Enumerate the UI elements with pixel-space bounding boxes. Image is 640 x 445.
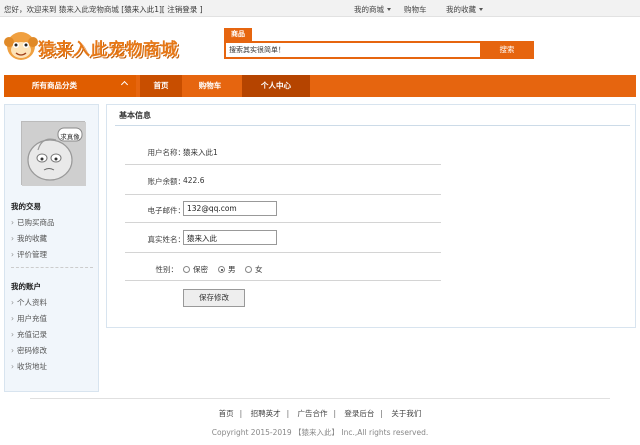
footer-divider — [30, 398, 610, 399]
sidebar-item-address[interactable]: › 收货地址 — [11, 361, 47, 372]
bullet-icon: › — [11, 234, 14, 243]
balance-label: 账户余额： — [147, 177, 186, 186]
main-nav: 所有商品分类 首页 购物车 个人中心 — [4, 75, 636, 97]
trade-section-title: 我的交易 — [11, 202, 41, 211]
avatar[interactable]: 求真像 — [21, 121, 86, 186]
nav-user-center[interactable]: 个人中心 — [242, 75, 310, 97]
chevron-down-icon — [479, 8, 483, 11]
favorites-label: 我的收藏 — [446, 5, 476, 14]
sidebar-item-label: 用户充值 — [17, 314, 47, 323]
monkey-mascot-icon — [4, 32, 38, 60]
profile-panel: 基本信息 用户名称： 猿来入此1 账户余额： 422.6 电子邮件： 132@q… — [106, 104, 636, 328]
search-input[interactable] — [226, 43, 480, 57]
search-bar: 搜索 — [224, 41, 534, 59]
sidebar-item-label: 密码修改 — [17, 346, 47, 355]
bullet-icon: › — [11, 362, 14, 371]
gender-option-male[interactable]: 男 — [218, 264, 236, 275]
section-title: 基本信息 — [119, 111, 151, 120]
avatar-bubble-text: 求真像 — [60, 133, 80, 141]
bullet-icon: › — [11, 218, 14, 227]
cart-link[interactable]: 购物车 — [404, 4, 427, 15]
gender-option-label: 女 — [255, 265, 263, 274]
radio-checked-icon — [218, 266, 225, 273]
sidebar-item-purchased[interactable]: › 已购买商品 — [11, 217, 55, 228]
balance-row: 账户余额： 422.6 — [125, 165, 441, 195]
separator: | — [380, 409, 383, 418]
copyright: Copyright 2015-2019 【猿来入此】 Inc.,All righ… — [211, 428, 429, 437]
sidebar-item-label: 收货地址 — [17, 362, 47, 371]
footer-link-about[interactable]: 关于我们 — [391, 409, 421, 418]
bullet-icon: › — [11, 298, 14, 307]
divider — [11, 267, 93, 268]
realname-label: 真实姓名： — [147, 235, 186, 244]
realname-row: 真实姓名： 猿来入此 — [125, 223, 441, 253]
email-label: 电子邮件： — [147, 206, 186, 215]
bullet-icon: › — [11, 314, 14, 323]
bullet-icon: › — [11, 250, 14, 259]
search-button[interactable]: 搜索 — [482, 43, 532, 57]
username-label: 用户名称： — [147, 148, 186, 157]
email-row: 电子邮件： 132@qq.com — [125, 195, 441, 223]
footer-link-admin[interactable]: 登录后台 — [344, 409, 374, 418]
username-value: 猿来入此1 — [183, 148, 218, 157]
bullet-icon: › — [11, 330, 14, 339]
footer-links: 首页 | 招聘英才 | 广告合作 | 登录后台 | 关于我们 — [0, 408, 640, 419]
logout-link[interactable]: [ 注销登录 ] — [162, 5, 203, 14]
separator: | — [239, 409, 243, 418]
sidebar-item-password[interactable]: › 密码修改 — [11, 345, 47, 356]
sidebar-item-label: 评价管理 — [17, 250, 47, 259]
gender-option-label: 保密 — [193, 265, 208, 274]
user-link[interactable]: [猿来入此1] — [121, 5, 162, 14]
nav-home[interactable]: 首页 — [140, 75, 182, 97]
footer-link-ads[interactable]: 广告合作 — [298, 409, 328, 418]
sidebar-item-label: 个人资料 — [17, 298, 47, 307]
my-shop-menu[interactable]: 我的商城 — [354, 4, 391, 15]
sidebar-item-favorites[interactable]: › 我的收藏 — [11, 233, 47, 244]
nav-cart[interactable]: 购物车 — [186, 75, 234, 97]
footer-link-jobs[interactable]: 招聘英才 — [251, 409, 281, 418]
sidebar-item-profile[interactable]: › 个人资料 — [11, 297, 47, 308]
gender-row: 性别： 保密 男 女 — [125, 253, 441, 281]
radio-icon — [183, 266, 190, 273]
gender-option-label: 男 — [228, 265, 236, 274]
email-field[interactable]: 132@qq.com — [183, 201, 277, 216]
radio-icon — [245, 266, 252, 273]
sidebar-item-recharge[interactable]: › 用户充值 — [11, 313, 47, 324]
realname-field[interactable]: 猿来入此 — [183, 230, 277, 245]
divider — [115, 125, 630, 126]
sidebar: 求真像 我的交易 › 已购买商品 › 我的收藏 › 评价管理 我的账户 › 个人资料 ›… — [4, 104, 99, 392]
welcome-text: 您好，欢迎来到 猿来入此宠物商城 — [4, 5, 119, 14]
search-tab-goods[interactable]: 商品 — [224, 28, 252, 41]
chevron-up-icon — [120, 80, 129, 89]
sidebar-item-label: 我的收藏 — [17, 234, 47, 243]
all-categories-label: 所有商品分类 — [32, 81, 77, 90]
welcome-area: 您好，欢迎来到 猿来入此宠物商城 [猿来入此1][ 注销登录 ] — [4, 4, 203, 15]
my-shop-label: 我的商城 — [354, 5, 384, 14]
gender-option-secret[interactable]: 保密 — [183, 264, 208, 275]
sidebar-item-recharge-history[interactable]: › 充值记录 — [11, 329, 47, 340]
username-row: 用户名称： 猿来入此1 — [125, 135, 441, 165]
all-categories-button[interactable]: 所有商品分类 — [4, 75, 136, 97]
footer-link-home[interactable]: 首页 — [219, 409, 234, 418]
bullet-icon: › — [11, 346, 14, 355]
account-section-title: 我的账户 — [11, 282, 41, 291]
sidebar-item-label: 已购买商品 — [17, 218, 55, 227]
favorites-menu[interactable]: 我的收藏 — [446, 4, 483, 15]
sidebar-item-label: 充值记录 — [17, 330, 47, 339]
site-logo[interactable]: 猿来入此宠物商城 — [4, 26, 204, 66]
balance-value: 422.6 — [183, 176, 205, 185]
logo-text: 猿来入此宠物商城 — [38, 40, 178, 60]
separator: | — [286, 409, 290, 418]
save-button[interactable]: 保存修改 — [183, 289, 245, 307]
sidebar-item-reviews[interactable]: › 评价管理 — [11, 249, 47, 260]
top-bar: 您好，欢迎来到 猿来入此宠物商城 [猿来入此1][ 注销登录 ] 我的商城 购物… — [0, 0, 640, 17]
gender-label: 性别： — [155, 265, 179, 274]
chevron-down-icon — [387, 8, 391, 11]
separator: | — [333, 409, 337, 418]
gender-option-female[interactable]: 女 — [245, 264, 263, 275]
